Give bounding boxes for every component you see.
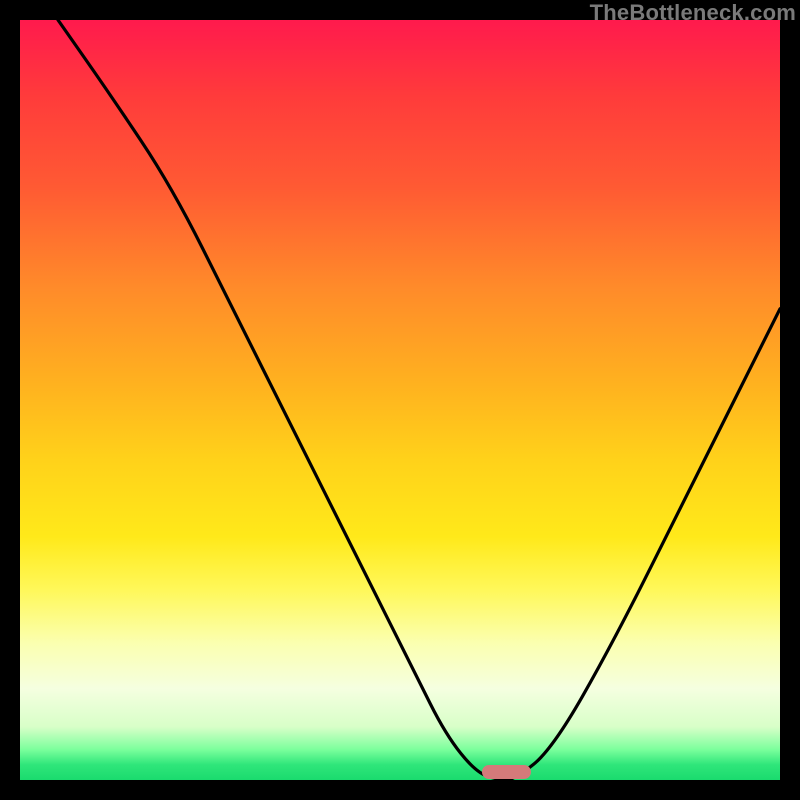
- chart-frame: TheBottleneck.com: [0, 0, 800, 800]
- curve-svg: [20, 20, 780, 780]
- bottleneck-curve: [58, 20, 780, 780]
- optimal-marker: [482, 765, 531, 779]
- plot-area: [20, 20, 780, 780]
